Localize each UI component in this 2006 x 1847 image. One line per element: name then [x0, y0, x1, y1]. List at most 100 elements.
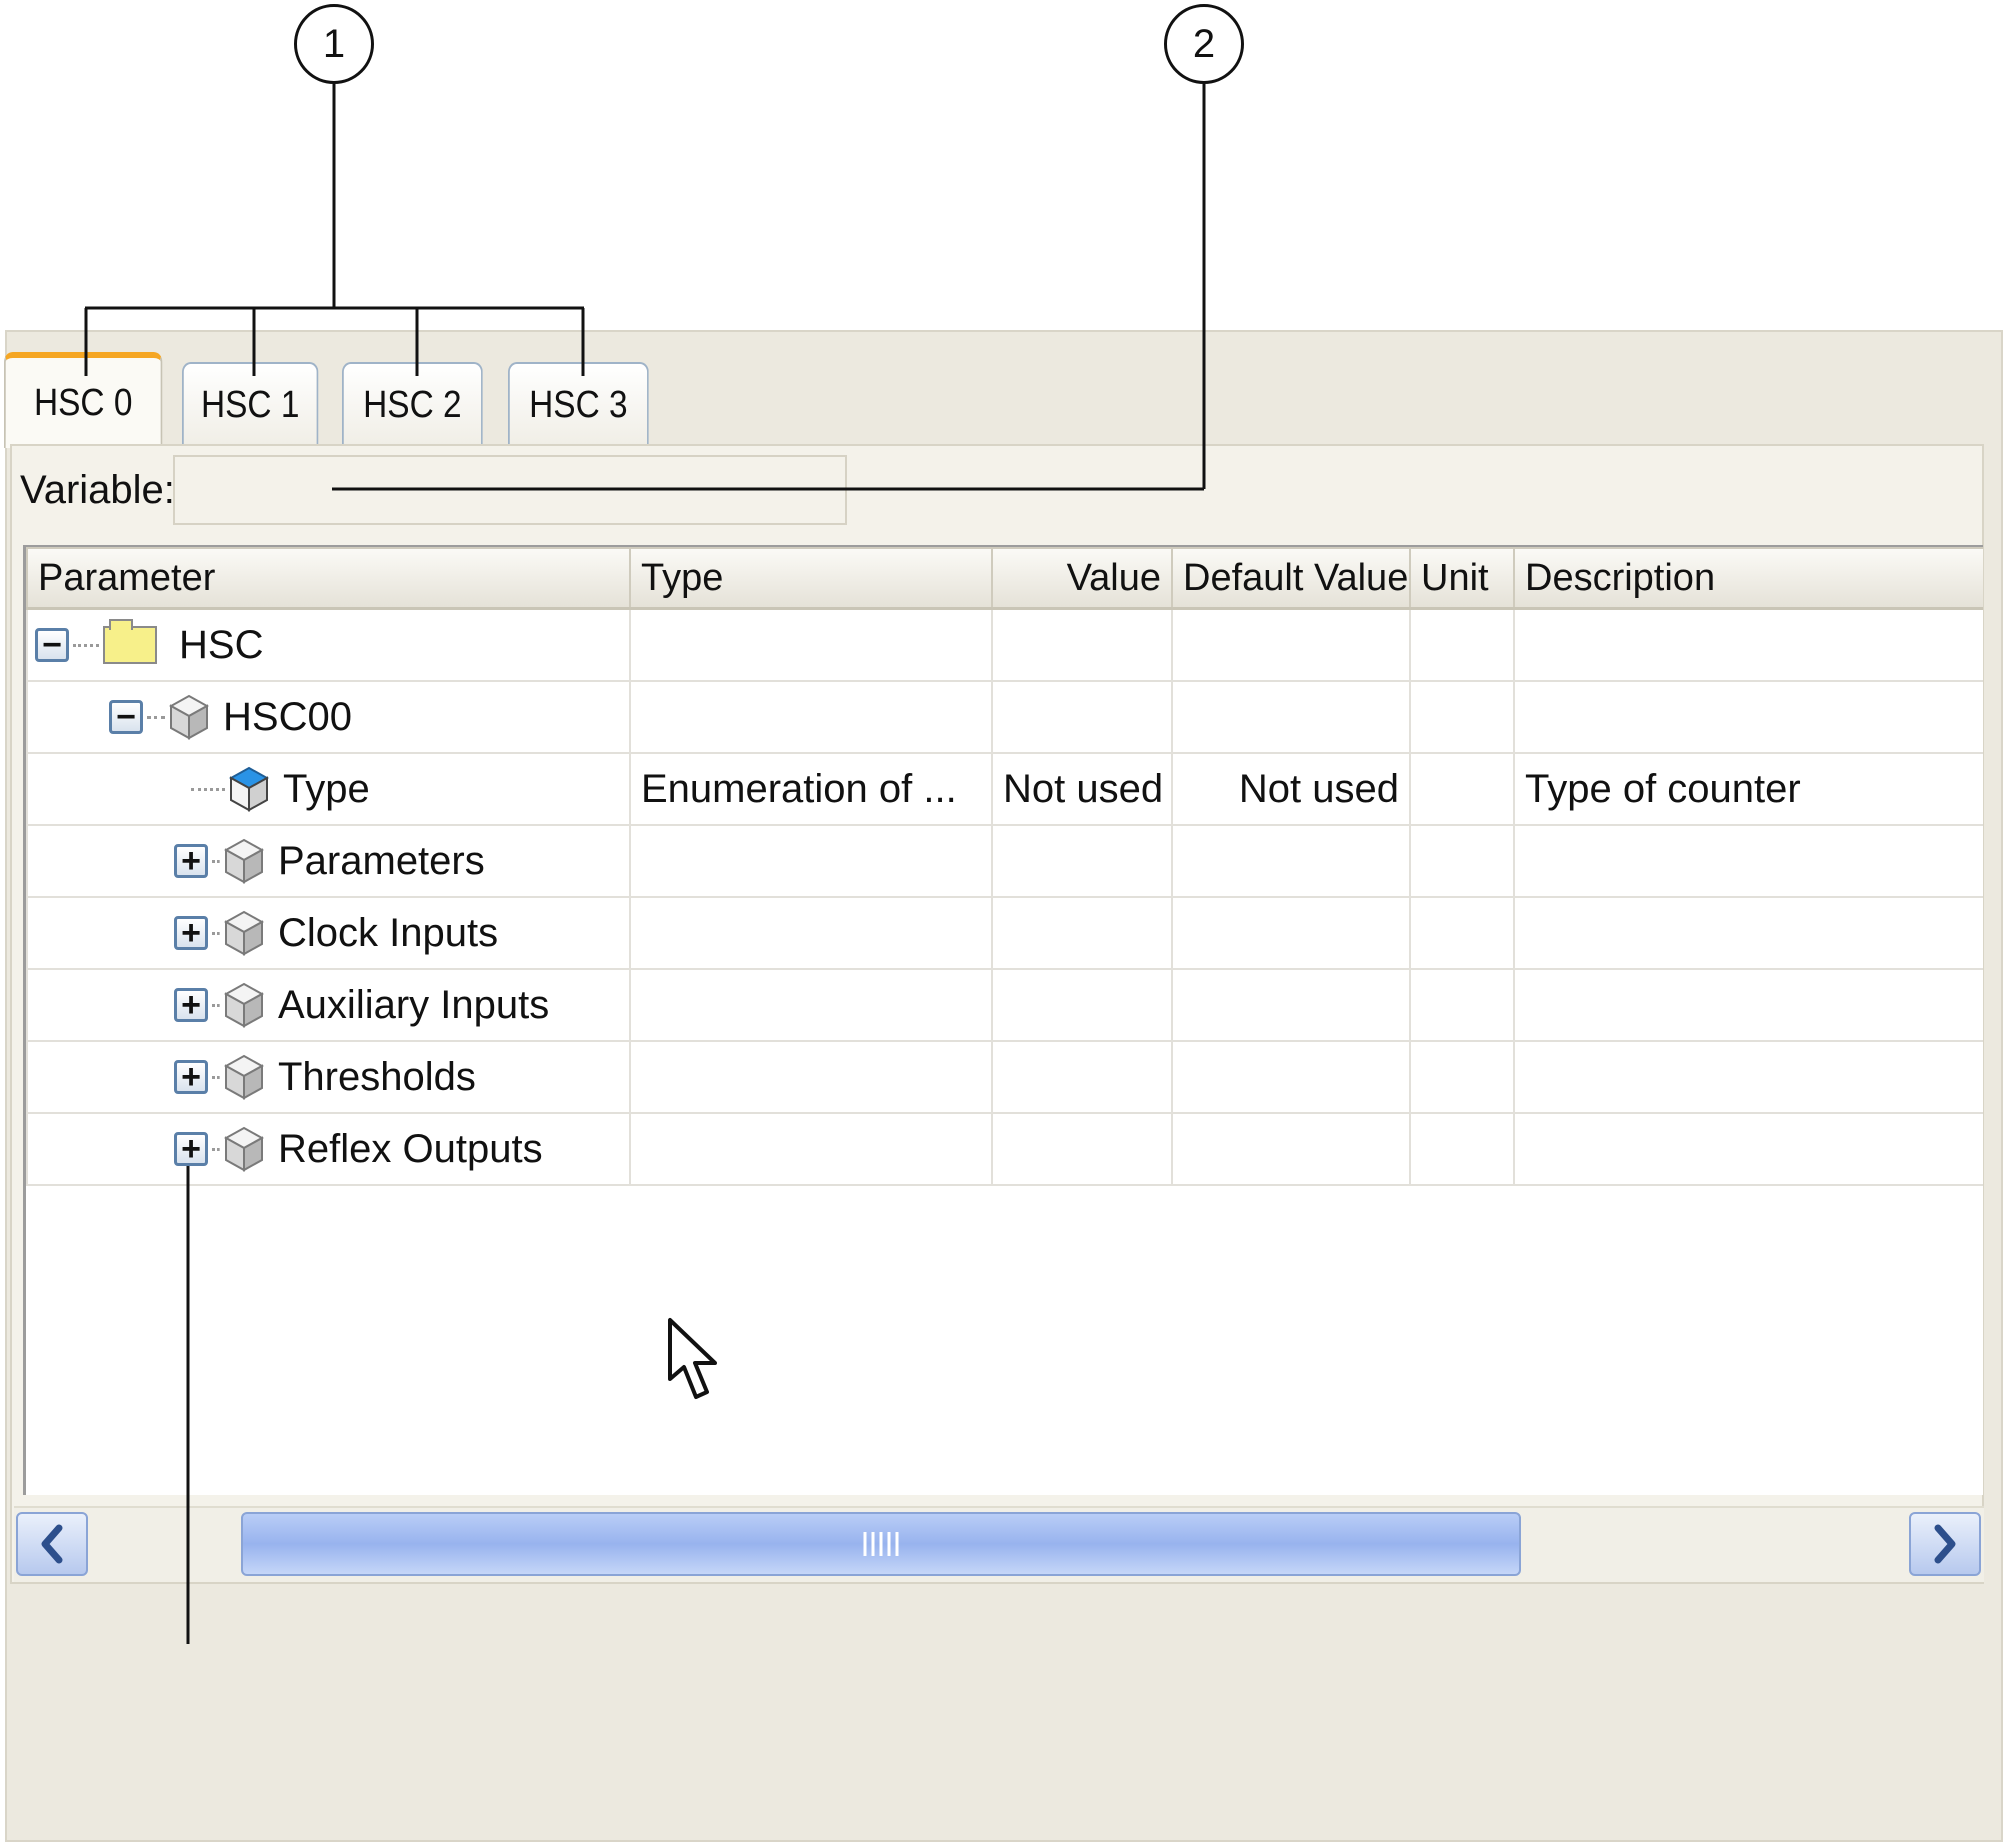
default-value-cell [1171, 1040, 1411, 1114]
variable-input[interactable] [173, 455, 847, 525]
description-cell [1513, 896, 1983, 970]
value-cell[interactable] [991, 896, 1173, 970]
parameter-cell: + Thresholds [26, 1040, 631, 1114]
parameter-cell: − HSC [26, 607, 631, 682]
tab-label: HSC 0 [33, 381, 133, 424]
type-cell [629, 680, 993, 754]
parameter-cell: + Parameters [26, 824, 631, 898]
tree-connector [212, 931, 220, 935]
tree-connector [212, 859, 220, 863]
tab-hsc-1[interactable]: HSC 1 [182, 362, 319, 446]
type-cell [629, 1040, 993, 1114]
column-header-description[interactable]: Description [1513, 547, 1983, 610]
table-row[interactable]: + Auxiliary Inputs [26, 968, 1983, 1042]
collapse-icon[interactable]: − [109, 700, 143, 734]
default-value-cell [1171, 680, 1411, 754]
cube-icon [224, 1126, 264, 1172]
tab-hsc-2[interactable]: HSC 2 [342, 362, 483, 446]
folder-icon [103, 619, 157, 664]
horizontal-scrollbar[interactable] [14, 1506, 1984, 1582]
tab-hsc-0[interactable]: HSC 0 [4, 352, 163, 448]
table-row[interactable]: − HSC00 [26, 680, 1983, 754]
tab-label: HSC 2 [363, 383, 462, 426]
column-header-value[interactable]: Value [991, 547, 1173, 610]
unit-cell [1409, 607, 1515, 682]
description-cell [1513, 824, 1983, 898]
table-row[interactable]: Type Enumeration of ... Not used Not use… [26, 752, 1983, 826]
tab-label: HSC 3 [529, 383, 628, 426]
tab-hsc-3[interactable]: HSC 3 [508, 362, 649, 446]
expand-icon[interactable]: + [174, 844, 208, 878]
tree-connector [191, 787, 225, 791]
value-cell[interactable] [991, 607, 1173, 682]
value-cell[interactable] [991, 824, 1173, 898]
variable-label: Variable: [20, 468, 175, 512]
cube-icon [224, 910, 264, 956]
column-header-default-value[interactable]: Default Value [1171, 547, 1411, 610]
collapse-icon[interactable]: − [35, 628, 69, 662]
node-label: HSC00 [223, 694, 352, 739]
default-value-cell: Not used [1171, 752, 1411, 826]
tree-connector [212, 1147, 220, 1151]
grid-header-row: Parameter Type Value Default Value Unit … [26, 547, 1983, 610]
callout-2: 2 [1164, 4, 1244, 84]
default-value-cell [1171, 968, 1411, 1042]
value-cell[interactable] [991, 1040, 1173, 1114]
default-value-cell [1171, 896, 1411, 970]
unit-cell [1409, 1040, 1515, 1114]
expand-icon[interactable]: + [174, 988, 208, 1022]
description-cell [1513, 607, 1983, 682]
cube-icon [169, 694, 209, 740]
column-header-type[interactable]: Type [629, 547, 993, 610]
unit-cell [1409, 752, 1515, 826]
cube-icon [224, 982, 264, 1028]
value-cell[interactable] [991, 1112, 1173, 1186]
mouse-pointer-icon [668, 1318, 717, 1399]
callout-1: 1 [294, 4, 374, 84]
unit-cell [1409, 680, 1515, 754]
scroll-thumb[interactable] [241, 1512, 1521, 1576]
parameter-cell: + Reflex Outputs [26, 1112, 631, 1186]
scroll-right-button[interactable] [1909, 1512, 1981, 1576]
value-cell[interactable] [991, 680, 1173, 754]
unit-cell [1409, 1112, 1515, 1186]
node-label: HSC [179, 622, 264, 667]
parameter-cell: Type [26, 752, 631, 826]
value-cell[interactable] [991, 968, 1173, 1042]
type-cell [629, 1112, 993, 1186]
default-value-cell [1171, 824, 1411, 898]
unit-cell [1409, 896, 1515, 970]
type-cell [629, 824, 993, 898]
type-cell [629, 968, 993, 1042]
expand-icon[interactable]: + [174, 1132, 208, 1166]
type-cell [629, 607, 993, 682]
value-cell[interactable]: Not used [991, 752, 1173, 826]
column-header-unit[interactable]: Unit [1409, 547, 1515, 610]
column-header-parameter[interactable]: Parameter [26, 547, 631, 610]
table-row[interactable]: + Thresholds [26, 1040, 1983, 1114]
type-cell [629, 896, 993, 970]
tree-connector [212, 1003, 220, 1007]
blue-cube-icon [229, 766, 269, 812]
tree-connector [73, 643, 99, 647]
expand-icon[interactable]: + [174, 916, 208, 950]
unit-cell [1409, 824, 1515, 898]
scroll-left-button[interactable] [16, 1512, 88, 1576]
default-value-cell [1171, 607, 1411, 682]
grip-icon [863, 1532, 899, 1556]
table-row[interactable]: − HSC [26, 607, 1983, 682]
node-label: Parameters [278, 838, 485, 883]
table-row[interactable]: + Parameters [26, 824, 1983, 898]
table-row[interactable]: + Reflex Outputs [26, 1112, 1983, 1186]
node-label: Thresholds [278, 1054, 476, 1099]
description-cell [1513, 1040, 1983, 1114]
node-label: Type [283, 766, 370, 811]
cube-icon [224, 838, 264, 884]
tree-connector [147, 715, 165, 719]
parameter-cell: + Auxiliary Inputs [26, 968, 631, 1042]
parameter-grid: Parameter Type Value Default Value Unit … [23, 545, 1983, 1495]
cube-icon [224, 1054, 264, 1100]
table-row[interactable]: + Clock Inputs [26, 896, 1983, 970]
expand-icon[interactable]: + [174, 1060, 208, 1094]
node-label: Reflex Outputs [278, 1126, 543, 1171]
